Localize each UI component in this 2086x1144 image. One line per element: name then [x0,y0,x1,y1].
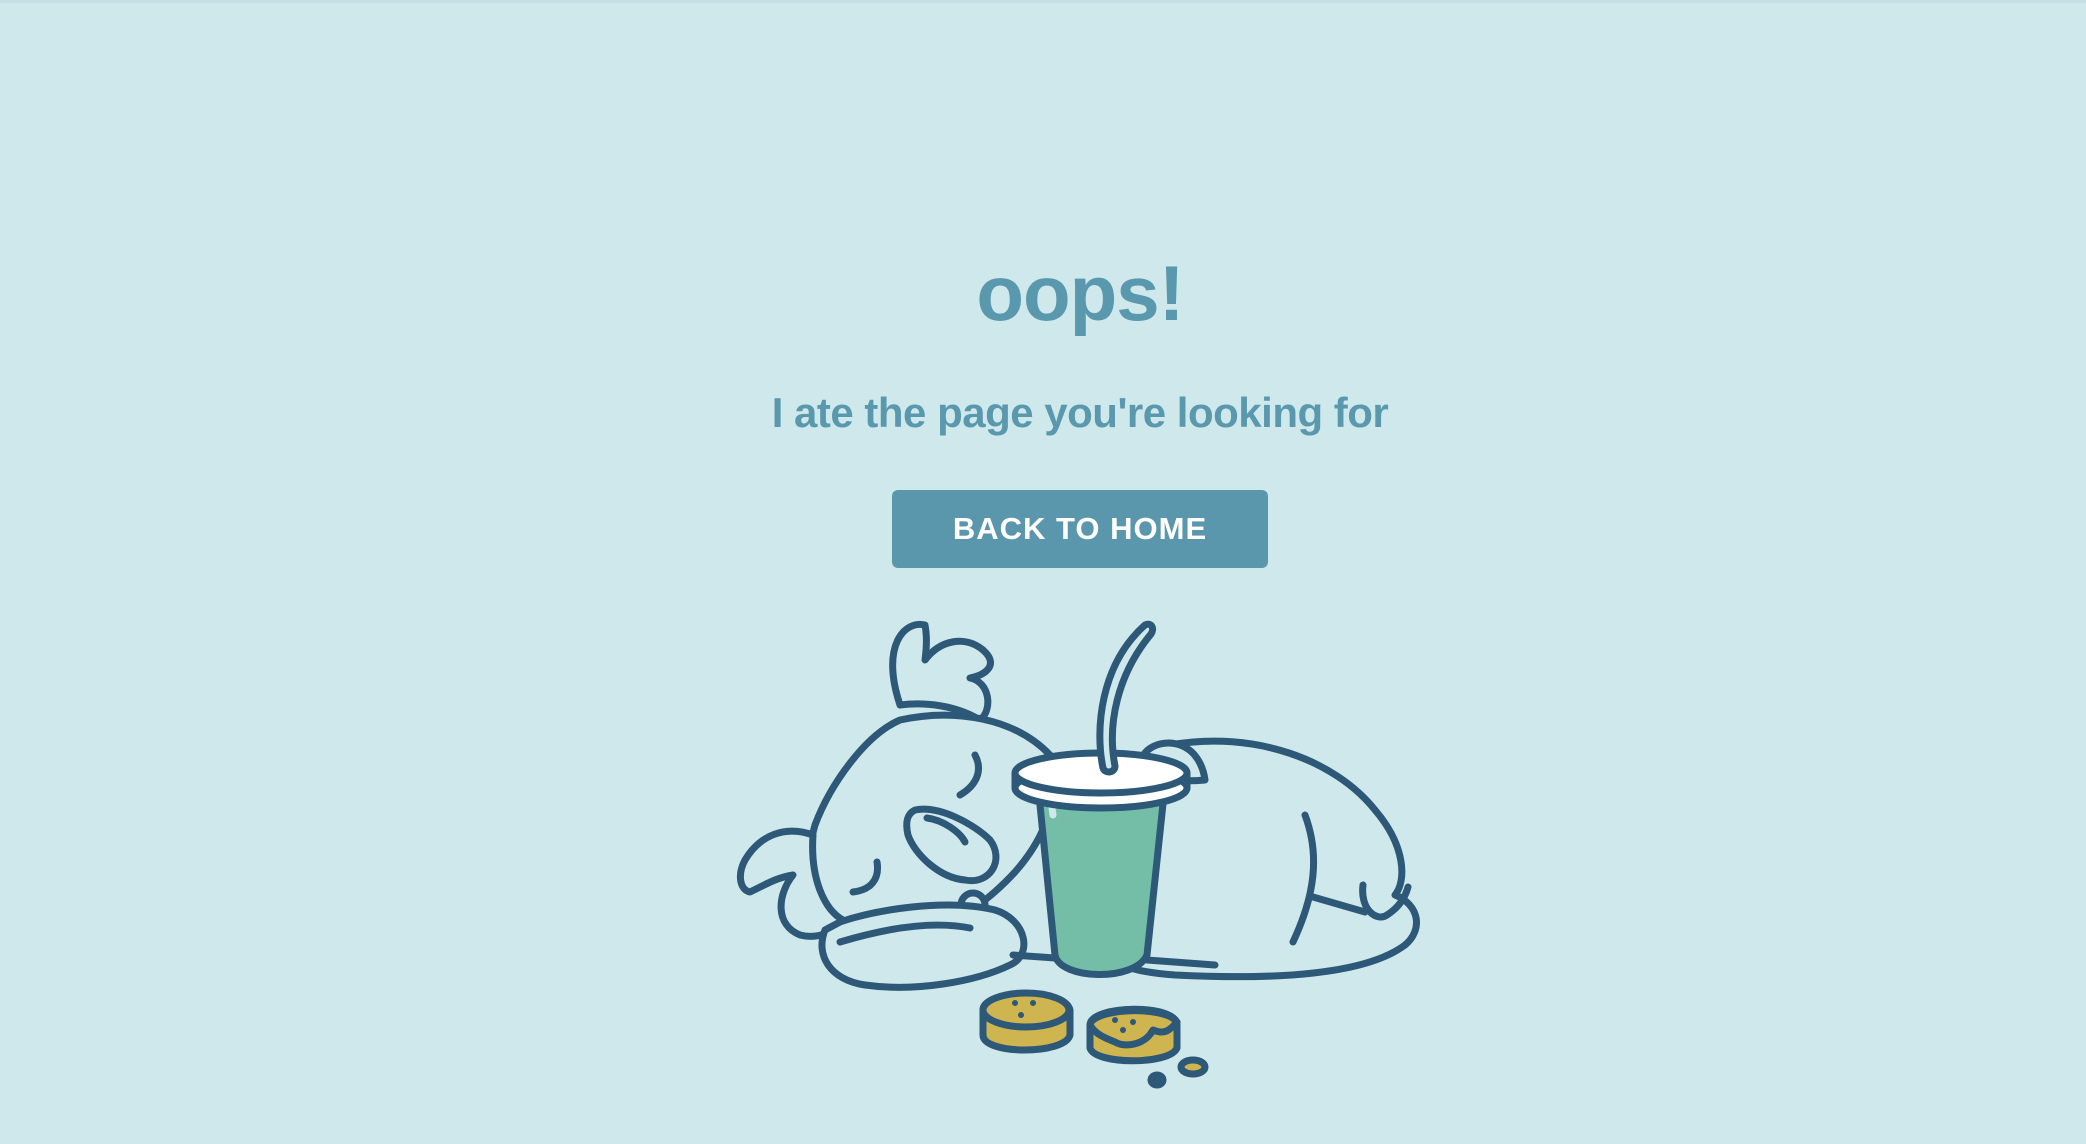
koala-hair-tuft [889,620,994,724]
cookie-right-chip-3 [1120,1027,1126,1033]
cookie-right-chip-1 [1112,1017,1118,1023]
cookie-left-chip-3 [1018,1012,1024,1018]
page-title: oops! [976,249,1184,337]
koala-sleeping-on-cup-illustration [736,620,1420,1089]
koala-arm [818,901,1028,991]
cookie-left-top [979,989,1073,1031]
cookie-left-chip-1 [1012,1000,1018,1006]
table-line-right [1143,956,1219,969]
error-message: I ate the page you're looking for [771,389,1389,436]
cookie-left-chip-2 [1030,1000,1036,1006]
table-line-left [1009,951,1059,962]
cup-body [1034,781,1169,978]
cookie-right-chip-2 [1130,1019,1136,1025]
cookie-crumb-1 [1177,1056,1209,1078]
back-to-home-button[interactable]: BACK TO HOME [892,490,1268,568]
cookie-crumb-2 [1147,1071,1167,1089]
not-found-page: oops! I ate the page you're looking for … [0,0,2086,1144]
